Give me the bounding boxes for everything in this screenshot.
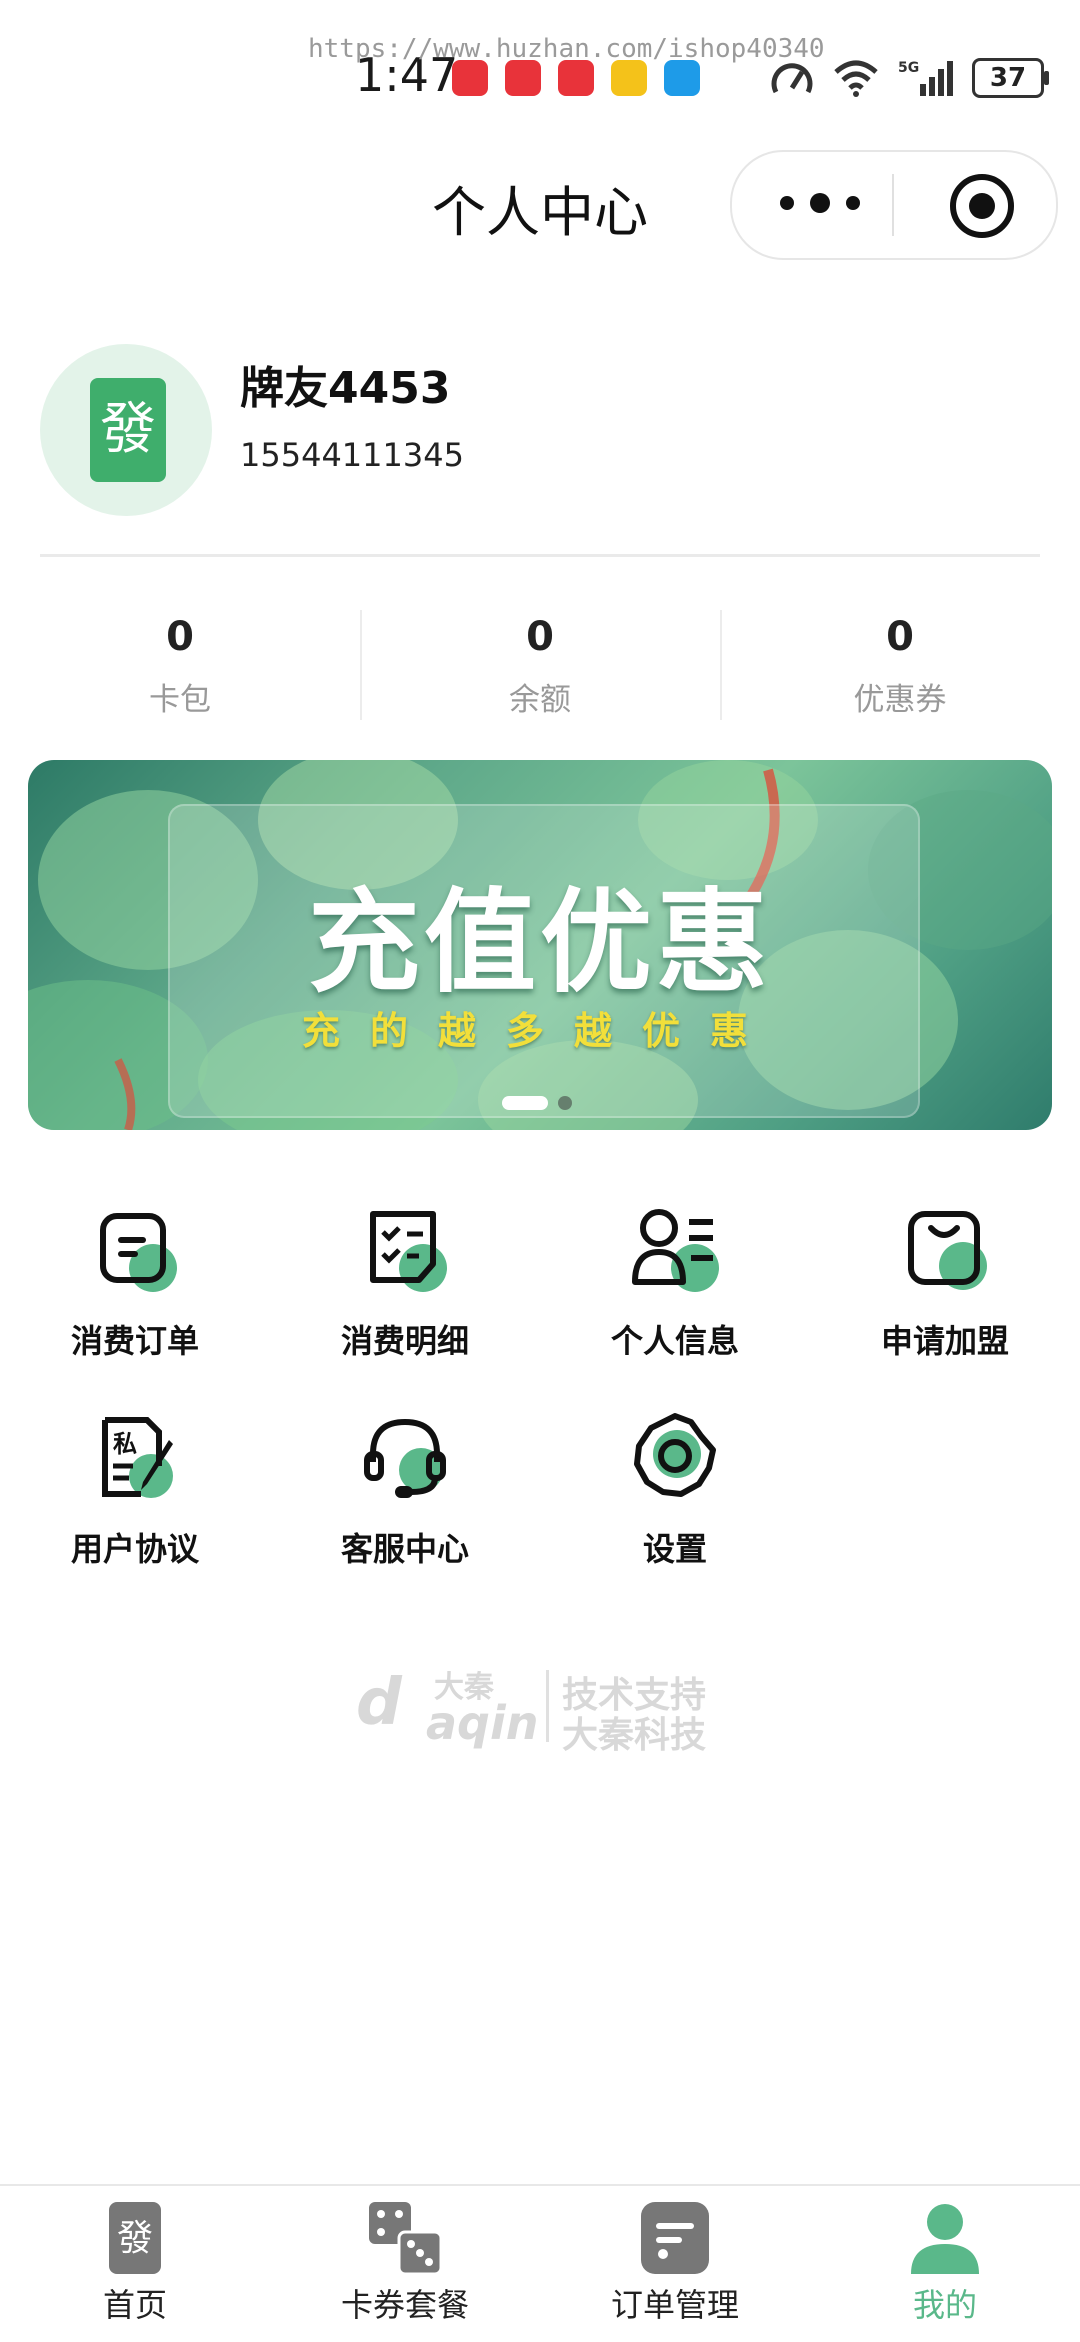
profile-divider (40, 554, 1040, 557)
tab-label: 首页 (102, 2286, 167, 2324)
brand-en-name: aqin (426, 1696, 539, 1750)
message-notification-icon (664, 60, 700, 96)
stats-row: 0 卡包 0 余额 0 优惠券 (0, 610, 1080, 720)
menu-label: 消费订单 (70, 1322, 199, 1360)
speed-icon (771, 63, 813, 94)
stat-card-bag[interactable]: 0 卡包 (0, 610, 360, 720)
brand-divider (546, 1670, 549, 1742)
watermark-text: https://www.huzhan.com/ishop40340 (308, 34, 825, 64)
tab-home[interactable]: 發 首页 (0, 2186, 270, 2342)
stat-balance[interactable]: 0 余额 (360, 610, 720, 720)
banner-subtitle: 充的越多越优惠 (301, 1009, 778, 1053)
svg-text:5G: 5G (898, 60, 919, 76)
stat-label: 余额 (509, 682, 571, 718)
mahjong-tile-avatar: 發 (90, 378, 166, 482)
more-menu-button[interactable] (780, 188, 860, 218)
menu-label: 客服中心 (340, 1530, 469, 1568)
settings-gear-icon (625, 1408, 725, 1508)
miniprogram-capsule (730, 150, 1058, 260)
battery-level: 37 (989, 63, 1027, 93)
huawei-notification-icon (558, 60, 594, 96)
banner-title: 充值优惠 (308, 878, 772, 1008)
battery-icon: 37 (972, 58, 1049, 98)
tab-label: 我的 (912, 2286, 977, 2324)
tab-mine[interactable]: 我的 (810, 2186, 1080, 2342)
tech-support-logo: d 大秦 aqin 技术支持 大秦科技 (356, 1660, 736, 1756)
huawei-notification-icon (505, 60, 541, 96)
status-indicators: 5G 37 (770, 54, 1049, 102)
user-icon (907, 2200, 983, 2276)
dice-icon (367, 2200, 443, 2276)
banner-indicator[interactable] (558, 1096, 572, 1110)
stat-value: 0 (526, 614, 554, 660)
menu-settings[interactable]: 设置 (540, 1408, 810, 1570)
brand-line2: 大秦科技 (562, 1715, 707, 1756)
bag-icon (895, 1200, 995, 1300)
bottom-tab-bar: 發 首页 卡券套餐 订单管理 我的 (0, 2184, 1080, 2342)
menu-label: 用户协议 (70, 1530, 199, 1568)
menu-consume-details[interactable]: 消费明细 (270, 1200, 540, 1362)
profile-card-icon (625, 1200, 725, 1300)
tab-label: 卡券套餐 (340, 2286, 469, 2324)
menu-label: 申请加盟 (880, 1322, 1009, 1360)
stat-coupons[interactable]: 0 优惠券 (720, 610, 1080, 720)
phone-number: 15544111345 (240, 436, 464, 474)
tab-label: 订单管理 (610, 2286, 739, 2324)
brand-logo-mark: d (356, 1666, 402, 1740)
capsule-divider (892, 174, 894, 236)
huawei-notification-icon (452, 60, 488, 96)
svg-text:發: 發 (117, 2218, 153, 2259)
agreement-icon: 私 (85, 1408, 185, 1508)
menu-label: 个人信息 (610, 1322, 739, 1360)
tab-card-packages[interactable]: 卡券套餐 (270, 2186, 540, 2342)
order-icon (85, 1200, 185, 1300)
signal-icon: 5G (898, 60, 953, 96)
avatar[interactable]: 發 (40, 344, 212, 516)
svg-text:私: 私 (113, 1430, 137, 1458)
menu-personal-info[interactable]: 个人信息 (540, 1200, 810, 1362)
app-notification-icon (611, 60, 647, 96)
headset-icon (355, 1408, 455, 1508)
menu-apply-franchise[interactable]: 申请加盟 (810, 1200, 1080, 1362)
menu-label: 消费明细 (340, 1322, 469, 1360)
menu-user-agreement[interactable]: 私 用户协议 (0, 1408, 270, 1570)
menu-customer-service[interactable]: 客服中心 (270, 1408, 540, 1570)
menu-consume-orders[interactable]: 消费订单 (0, 1200, 270, 1362)
close-miniprogram-button[interactable] (950, 174, 1014, 238)
username: 牌友4453 (240, 363, 451, 414)
tab-order-management[interactable]: 订单管理 (540, 2186, 810, 2342)
wifi-icon (834, 60, 878, 97)
promo-banner[interactable]: 充值优惠 充的越多越优惠 (28, 760, 1052, 1130)
status-bar: 1:47 https://www.huzhan.com/ishop40340 5… (0, 0, 1080, 130)
order-manage-icon (637, 2200, 713, 2276)
stat-label: 优惠券 (853, 682, 947, 718)
banner-indicator-active[interactable] (502, 1096, 548, 1110)
stat-label: 卡包 (149, 682, 211, 718)
stat-value: 0 (886, 614, 914, 660)
menu-label: 设置 (642, 1530, 707, 1568)
checklist-icon (355, 1200, 455, 1300)
stat-value: 0 (166, 614, 194, 660)
mahjong-tile-icon: 發 (97, 2200, 173, 2276)
